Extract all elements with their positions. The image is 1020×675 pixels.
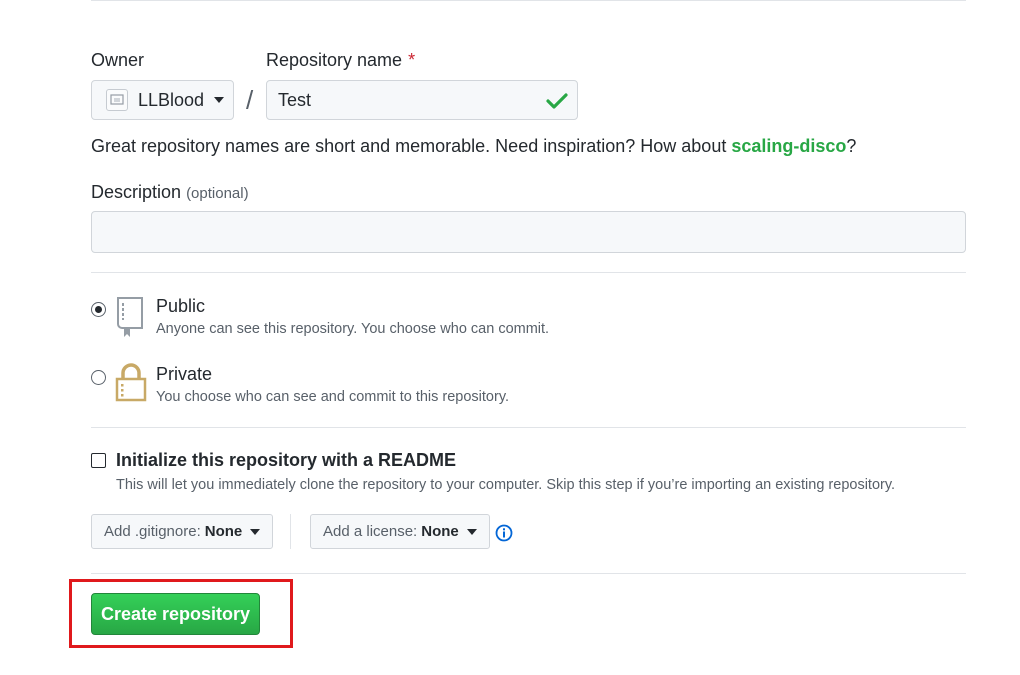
gitignore-label: Add .gitignore: xyxy=(104,523,201,540)
public-desc: Anyone can see this repository. You choo… xyxy=(156,321,550,337)
repo-name-input[interactable] xyxy=(266,80,578,120)
license-value: None xyxy=(421,523,459,540)
owner-name: LLBlood xyxy=(138,89,205,110)
info-icon[interactable] xyxy=(495,524,513,547)
init-readme-title: Initialize this repository with a README xyxy=(116,450,457,470)
repo-name-hint: Great repository names are short and mem… xyxy=(91,136,856,157)
init-readme-checkbox[interactable] xyxy=(91,453,106,468)
private-radio[interactable] xyxy=(91,370,106,385)
init-readme-desc: This will let you immediately clone the … xyxy=(116,477,896,493)
lock-icon xyxy=(114,362,148,407)
repo-name-label: Repository name * xyxy=(266,50,415,71)
divider xyxy=(91,427,966,428)
repo-name-label-text: Repository name xyxy=(266,50,403,70)
gitignore-value: None xyxy=(204,523,243,540)
vertical-divider xyxy=(290,514,291,549)
top-divider xyxy=(91,0,966,1)
divider xyxy=(91,573,966,574)
highlight-box xyxy=(69,579,293,648)
repo-icon xyxy=(114,296,146,343)
check-icon xyxy=(546,92,568,115)
public-title: Public xyxy=(156,296,206,316)
license-label: Add a license: xyxy=(323,523,418,540)
license-select[interactable]: Add a license: None xyxy=(310,514,490,549)
hint-prefix: Great repository names are short and mem… xyxy=(91,136,732,156)
optional-note: (optional) xyxy=(186,185,249,202)
private-desc: You choose who can see and commit to thi… xyxy=(156,389,510,405)
chevron-down-icon xyxy=(214,97,225,103)
owner-avatar-icon xyxy=(106,89,128,111)
chevron-down-icon xyxy=(466,528,477,535)
description-label-text: Description xyxy=(91,182,182,202)
hint-suffix: ? xyxy=(846,136,857,156)
private-title: Private xyxy=(156,364,213,384)
gitignore-select[interactable]: Add .gitignore: None xyxy=(91,514,274,549)
description-label: Description (optional) xyxy=(91,182,249,203)
required-mark: * xyxy=(408,50,416,70)
chevron-down-icon xyxy=(250,528,261,535)
name-suggestion-link[interactable]: scaling-disco xyxy=(731,136,846,156)
owner-label: Owner xyxy=(91,50,145,70)
divider xyxy=(91,272,966,273)
owner-repo-separator: / xyxy=(246,85,254,115)
owner-select-button[interactable]: LLBlood xyxy=(91,80,234,120)
public-radio[interactable] xyxy=(91,302,106,317)
description-input[interactable] xyxy=(91,211,966,253)
